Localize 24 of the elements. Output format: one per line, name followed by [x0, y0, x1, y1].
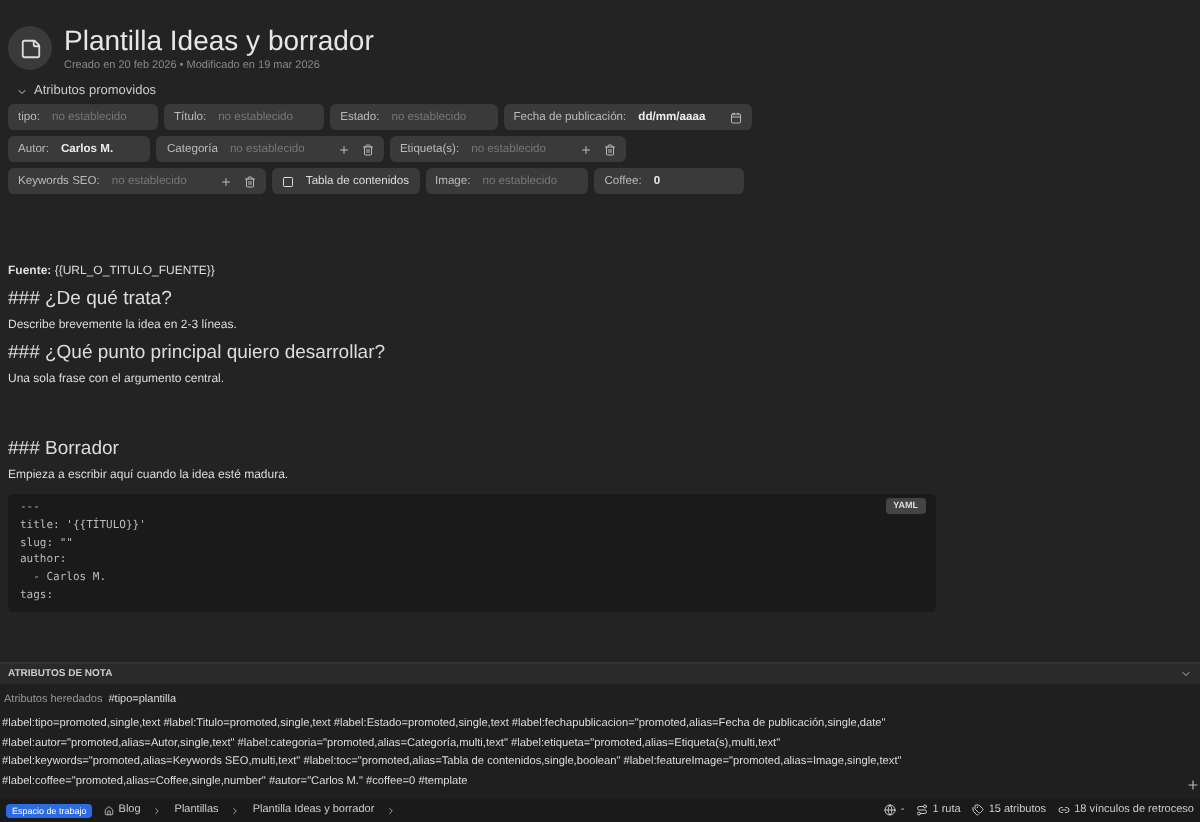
chevron-right-icon	[152, 805, 163, 815]
chevron-right-icon	[230, 805, 241, 815]
link-icon[interactable]	[1058, 804, 1071, 816]
trash-icon[interactable]	[603, 143, 616, 155]
heading: ### ¿Qué punto principal quiero desarrollar?	[8, 342, 388, 364]
tag-icon[interactable]	[972, 804, 985, 816]
trash-icon[interactable]	[243, 175, 256, 187]
chevron-icon[interactable]	[1180, 668, 1192, 680]
globe-icon[interactable]	[884, 804, 897, 816]
empty-box-icon[interactable]	[281, 175, 294, 187]
note-title: Plantilla Ideas y borrador	[64, 24, 374, 56]
plus-icon[interactable]	[337, 143, 350, 155]
note-icon	[8, 26, 52, 70]
calendar-icon[interactable]	[730, 111, 743, 123]
plus-icon[interactable]	[579, 143, 592, 155]
heading: ### ¿De qué trata?	[8, 288, 174, 310]
plus-icon[interactable]	[219, 175, 232, 187]
trash-icon[interactable]	[361, 143, 374, 155]
route-icon[interactable]	[916, 804, 929, 816]
home-icon[interactable]	[104, 805, 115, 815]
chevron-down-icon[interactable]	[16, 85, 28, 97]
chevron-right-icon	[386, 805, 397, 815]
plus-icon[interactable]	[1186, 778, 1200, 792]
heading: ### Borrador	[8, 438, 121, 460]
